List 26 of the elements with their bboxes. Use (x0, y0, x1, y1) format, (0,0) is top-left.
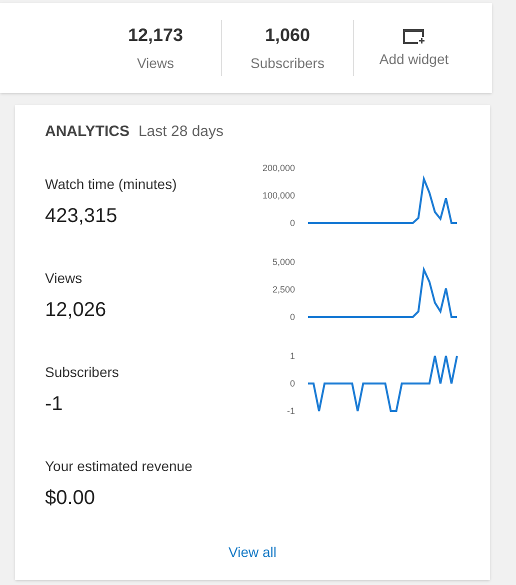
metric-value: 423,315 (45, 204, 118, 228)
axis-tick-label: 0 (290, 378, 295, 388)
axis-tick-label: 5,000 (272, 256, 295, 266)
period-label: Last 28 days (138, 122, 224, 142)
metric-value: 12,026 (45, 298, 106, 322)
metric-value: -1 (45, 392, 64, 416)
axis-tick-label: 1 (290, 350, 295, 360)
axis-tick-label: 200,000 (262, 162, 295, 172)
card-title: ANALYTICS (45, 122, 130, 142)
axis-tick-label: 0 (290, 218, 295, 228)
axis-tick-label: 0 (290, 312, 295, 322)
stat-value: 12,173 (128, 24, 184, 47)
metric-label: Views (45, 268, 84, 288)
axis-tick-label: 100,000 (262, 190, 295, 200)
metric-label: Your estimated revenue (45, 456, 192, 476)
axis-tick-label: 2,500 (272, 284, 295, 294)
add-widget-button[interactable]: Add widget (354, 26, 464, 70)
metric-label: Watch time (minutes) (45, 174, 177, 194)
view-all-link[interactable]: View all (228, 542, 276, 562)
metric-label: Subscribers (45, 362, 119, 382)
stat-label: Subscribers (250, 54, 324, 73)
stat-label: Views (136, 54, 174, 73)
add-widget-icon (402, 26, 426, 44)
stat-value: 1,060 (264, 24, 310, 47)
metric-value: $0.00 (45, 486, 96, 510)
axis-tick-label: -1 (286, 406, 295, 416)
